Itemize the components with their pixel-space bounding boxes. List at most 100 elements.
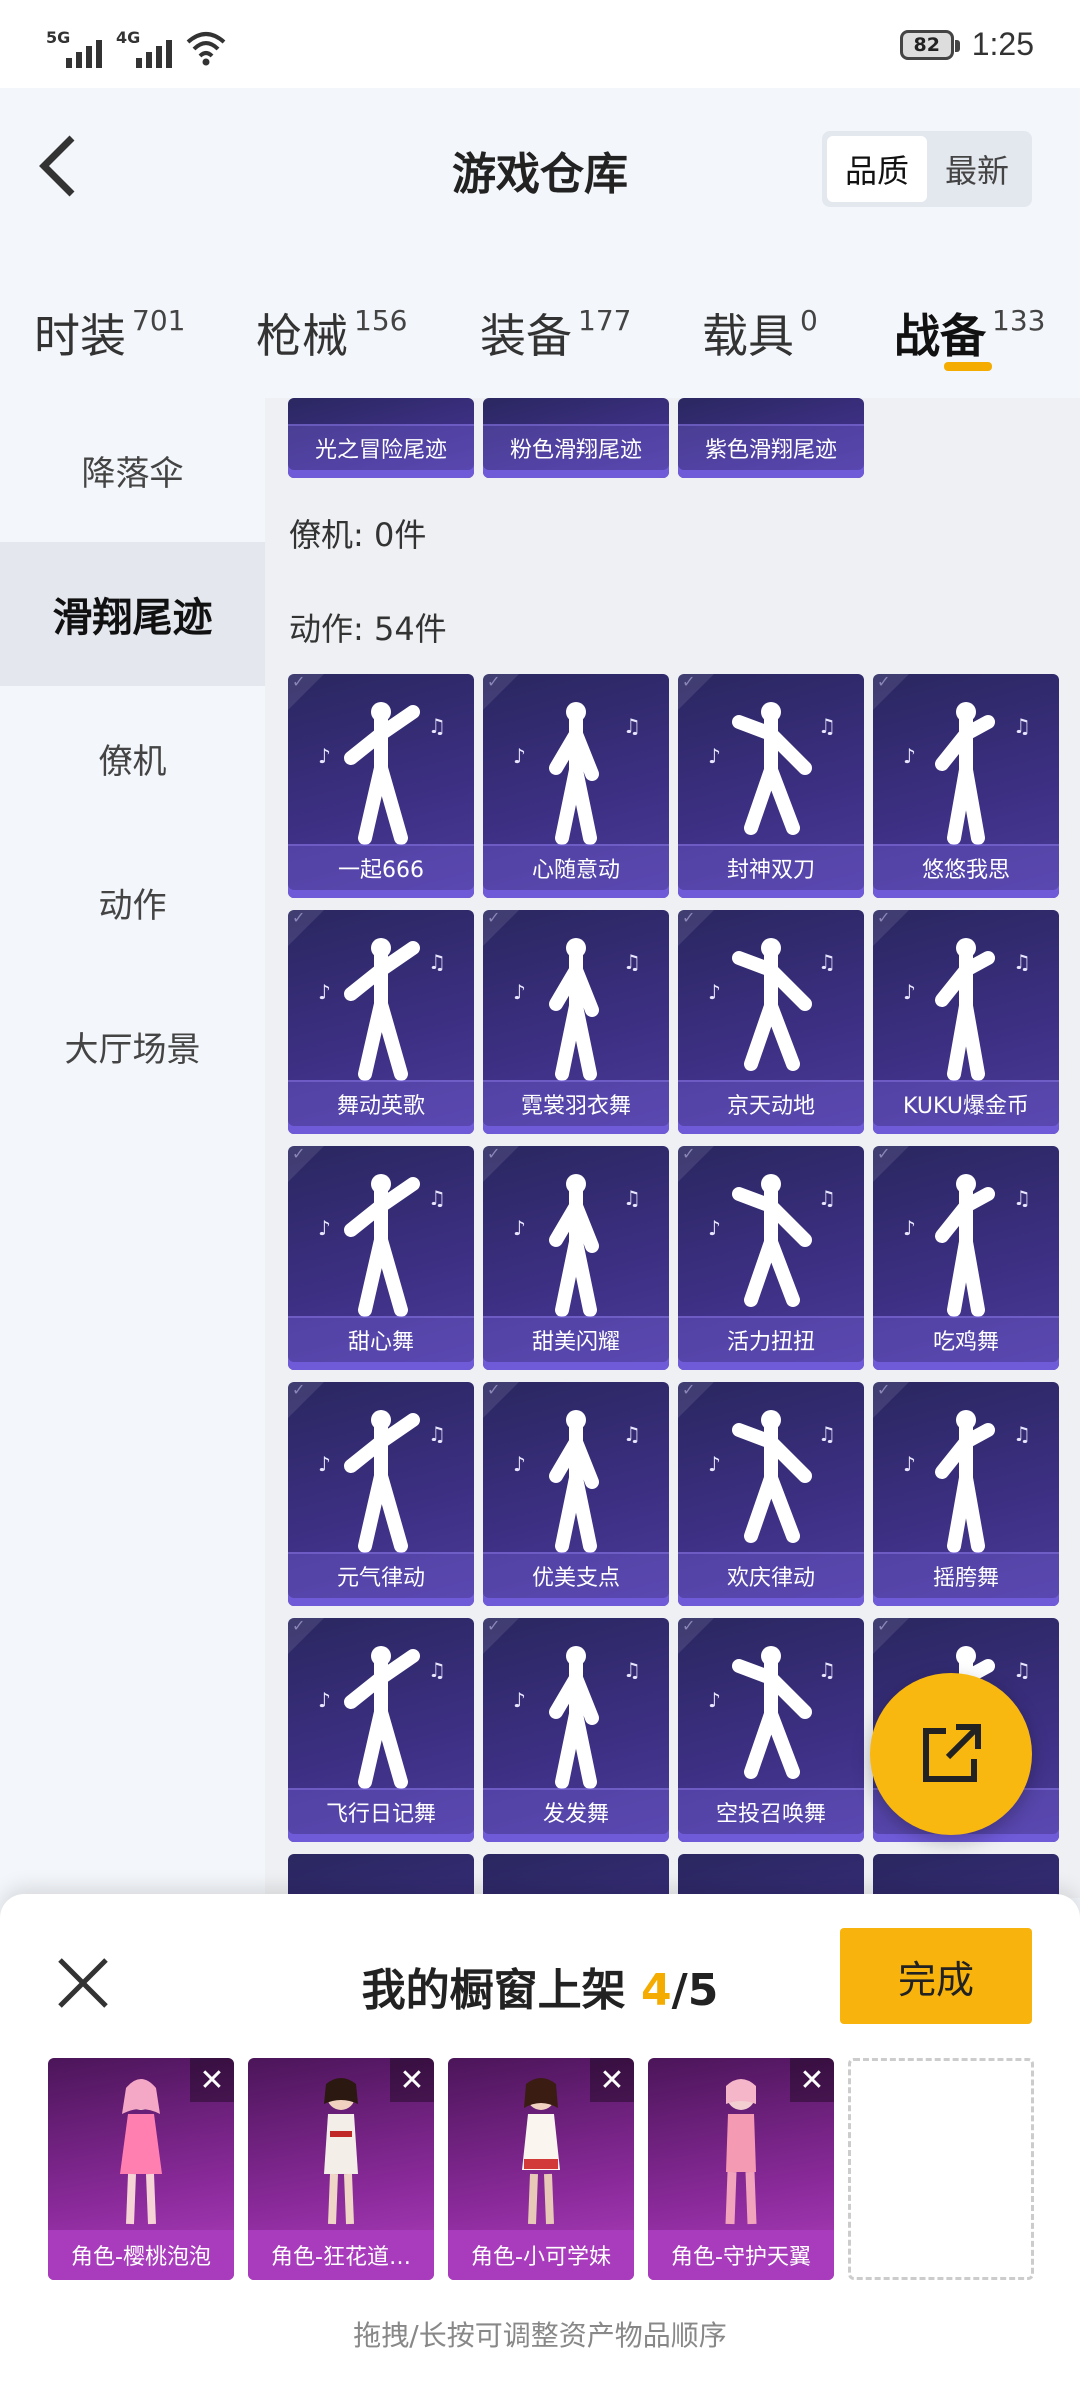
owned-check-icon	[483, 910, 519, 946]
emote-name: 甜心舞	[288, 1316, 474, 1362]
tab-equipment[interactable]: 装备 177	[480, 300, 631, 366]
sidebar-item-emote[interactable]: 动作	[0, 830, 265, 974]
emote-card[interactable]: ♪ ♫ 吃鸡舞	[873, 1146, 1059, 1370]
emote-name: 悠悠我思	[873, 844, 1059, 890]
emote-card[interactable]: ♪ ♫ 飞行日记舞	[288, 1618, 474, 1842]
tab-count: 156	[354, 304, 408, 337]
emote-card[interactable]: ♪ ♫ 发发舞	[483, 1618, 669, 1842]
emote-card[interactable]: ♪ ♫ 欢庆律动	[678, 1382, 864, 1606]
emote-card[interactable]: ♪ ♫ 一起666	[288, 674, 474, 898]
remove-slot-icon[interactable]: ✕	[590, 2058, 634, 2102]
sidebar-item-lobby-scene[interactable]: 大厅场景	[0, 974, 265, 1118]
music-note-icon: ♪	[318, 744, 331, 768]
dance-figure-icon	[935, 938, 995, 1081]
emote-card[interactable]: ♪ ♫ KUKU爆金币	[873, 910, 1059, 1134]
remove-slot-icon[interactable]: ✕	[390, 2058, 434, 2102]
emote-card[interactable]: ♪ ♫ 优美支点	[483, 1382, 669, 1606]
sort-option-quality[interactable]: 品质	[827, 136, 927, 202]
dance-figure-icon	[344, 702, 420, 845]
showcase-slot[interactable]: ✕ 角色-狂花道…	[248, 2058, 434, 2280]
showcase-title-text: 我的橱窗上架	[361, 1965, 626, 2016]
emote-card-partial[interactable]	[678, 1854, 864, 1898]
character-figure-icon	[324, 2078, 358, 2225]
owned-check-icon	[678, 910, 714, 946]
emote-name: 元气律动	[288, 1552, 474, 1598]
emote-card[interactable]: ♪ ♫ 活力扭扭	[678, 1146, 864, 1370]
showcase-count-current: 4	[641, 1965, 672, 2016]
music-note-icon: ♫	[623, 1422, 641, 1446]
emote-card[interactable]: ♪ ♫ 封神双刀	[678, 674, 864, 898]
emote-card-partial[interactable]	[873, 1854, 1059, 1898]
tab-combat-gear[interactable]: 战备 133	[894, 300, 1045, 366]
music-note-icon: ♪	[318, 1452, 331, 1476]
tab-label: 战备	[894, 309, 986, 363]
character-figure-icon	[120, 2079, 162, 2225]
dance-figure-icon	[732, 938, 812, 1071]
music-note-icon: ♫	[623, 950, 641, 974]
music-note-icon: ♫	[623, 1186, 641, 1210]
emote-name: 欢庆律动	[678, 1552, 864, 1598]
owned-check-icon	[873, 1618, 909, 1654]
emote-card[interactable]: ♪ ♫ 摇胯舞	[873, 1382, 1059, 1606]
remove-slot-icon[interactable]: ✕	[790, 2058, 834, 2102]
trail-card[interactable]: 粉色滑翔尾迹	[483, 398, 669, 478]
showcase-slot-empty[interactable]	[848, 2058, 1034, 2280]
sort-toggle[interactable]: 品质 最新	[822, 131, 1032, 207]
owned-check-icon	[483, 1382, 519, 1418]
showcase-slot[interactable]: ✕ 角色-守护天翼	[648, 2058, 834, 2280]
showcase-slot[interactable]: ✕ 角色-樱桃泡泡	[48, 2058, 234, 2280]
emote-card-partial[interactable]	[288, 1854, 474, 1898]
owned-check-icon	[288, 1382, 324, 1418]
emote-name: 封神双刀	[678, 844, 864, 890]
emote-card[interactable]: ♪ ♫ 京天动地	[678, 910, 864, 1134]
emote-name: 空投召唤舞	[678, 1788, 864, 1834]
done-button[interactable]: 完成	[840, 1928, 1032, 2024]
emote-card[interactable]: ♪ ♫ 甜心舞	[288, 1146, 474, 1370]
trail-card[interactable]: 光之冒险尾迹	[288, 398, 474, 478]
tab-count: 0	[800, 304, 818, 337]
sidebar-item-glide-trail[interactable]: 滑翔尾迹	[0, 542, 265, 686]
sort-option-newest[interactable]: 最新	[927, 136, 1027, 202]
tab-fashion[interactable]: 时装 701	[34, 300, 185, 366]
slot-name: 角色-守护天翼	[648, 2230, 834, 2280]
status-bar: 5G 4G 82 1:25	[0, 0, 1080, 88]
sidebar-item-wingman[interactable]: 僚机	[0, 686, 265, 830]
emote-card[interactable]: ♪ ♫ 悠悠我思	[873, 674, 1059, 898]
emote-card[interactable]: ♪ ♫ 霓裳羽衣舞	[483, 910, 669, 1134]
tab-vehicles[interactable]: 载具 0	[702, 300, 818, 366]
dance-figure-icon	[732, 1174, 812, 1307]
dance-figure-icon	[344, 938, 420, 1081]
emote-card[interactable]: ♪ ♫ 心随意动	[483, 674, 669, 898]
remove-slot-icon[interactable]: ✕	[190, 2058, 234, 2102]
music-note-icon: ♪	[513, 1216, 526, 1240]
item-name: 粉色滑翔尾迹	[483, 424, 669, 470]
music-note-icon: ♪	[708, 1688, 721, 1712]
app-header: 游戏仓库 品质 最新	[0, 88, 1080, 248]
tab-firearms[interactable]: 枪械 156	[256, 300, 407, 366]
category-tabs: 时装 701 枪械 156 装备 177 载具 0 战备 133	[0, 270, 1080, 390]
dance-figure-icon	[344, 1174, 420, 1317]
music-note-icon: ♫	[818, 1422, 836, 1446]
trail-card[interactable]: 紫色滑翔尾迹	[678, 398, 864, 478]
emote-card[interactable]: ♪ ♫ 舞动英歌	[288, 910, 474, 1134]
share-icon	[923, 1724, 981, 1782]
share-button[interactable]	[870, 1673, 1032, 1835]
music-note-icon: ♫	[1013, 1186, 1031, 1210]
tab-label: 时装	[34, 309, 126, 363]
sidebar-item-parachute[interactable]: 降落伞	[0, 398, 265, 542]
tab-count: 133	[992, 304, 1046, 337]
emote-card[interactable]: ♪ ♫ 空投召唤舞	[678, 1618, 864, 1842]
owned-check-icon	[678, 1618, 714, 1654]
dance-figure-icon	[732, 1410, 812, 1543]
dance-figure-icon	[549, 702, 599, 845]
music-note-icon: ♪	[708, 744, 721, 768]
sidebar-item-label: 大厅场景	[64, 1029, 201, 1070]
item-name: 光之冒险尾迹	[288, 424, 474, 470]
emote-name: 优美支点	[483, 1552, 669, 1598]
emote-card[interactable]: ♪ ♫ 元气律动	[288, 1382, 474, 1606]
showcase-slot[interactable]: ✕ 角色-小可学妹	[448, 2058, 634, 2280]
music-note-icon: ♪	[513, 744, 526, 768]
emote-card[interactable]: ♪ ♫ 甜美闪耀	[483, 1146, 669, 1370]
music-note-icon: ♫	[1013, 1422, 1031, 1446]
emote-card-partial[interactable]	[483, 1854, 669, 1898]
